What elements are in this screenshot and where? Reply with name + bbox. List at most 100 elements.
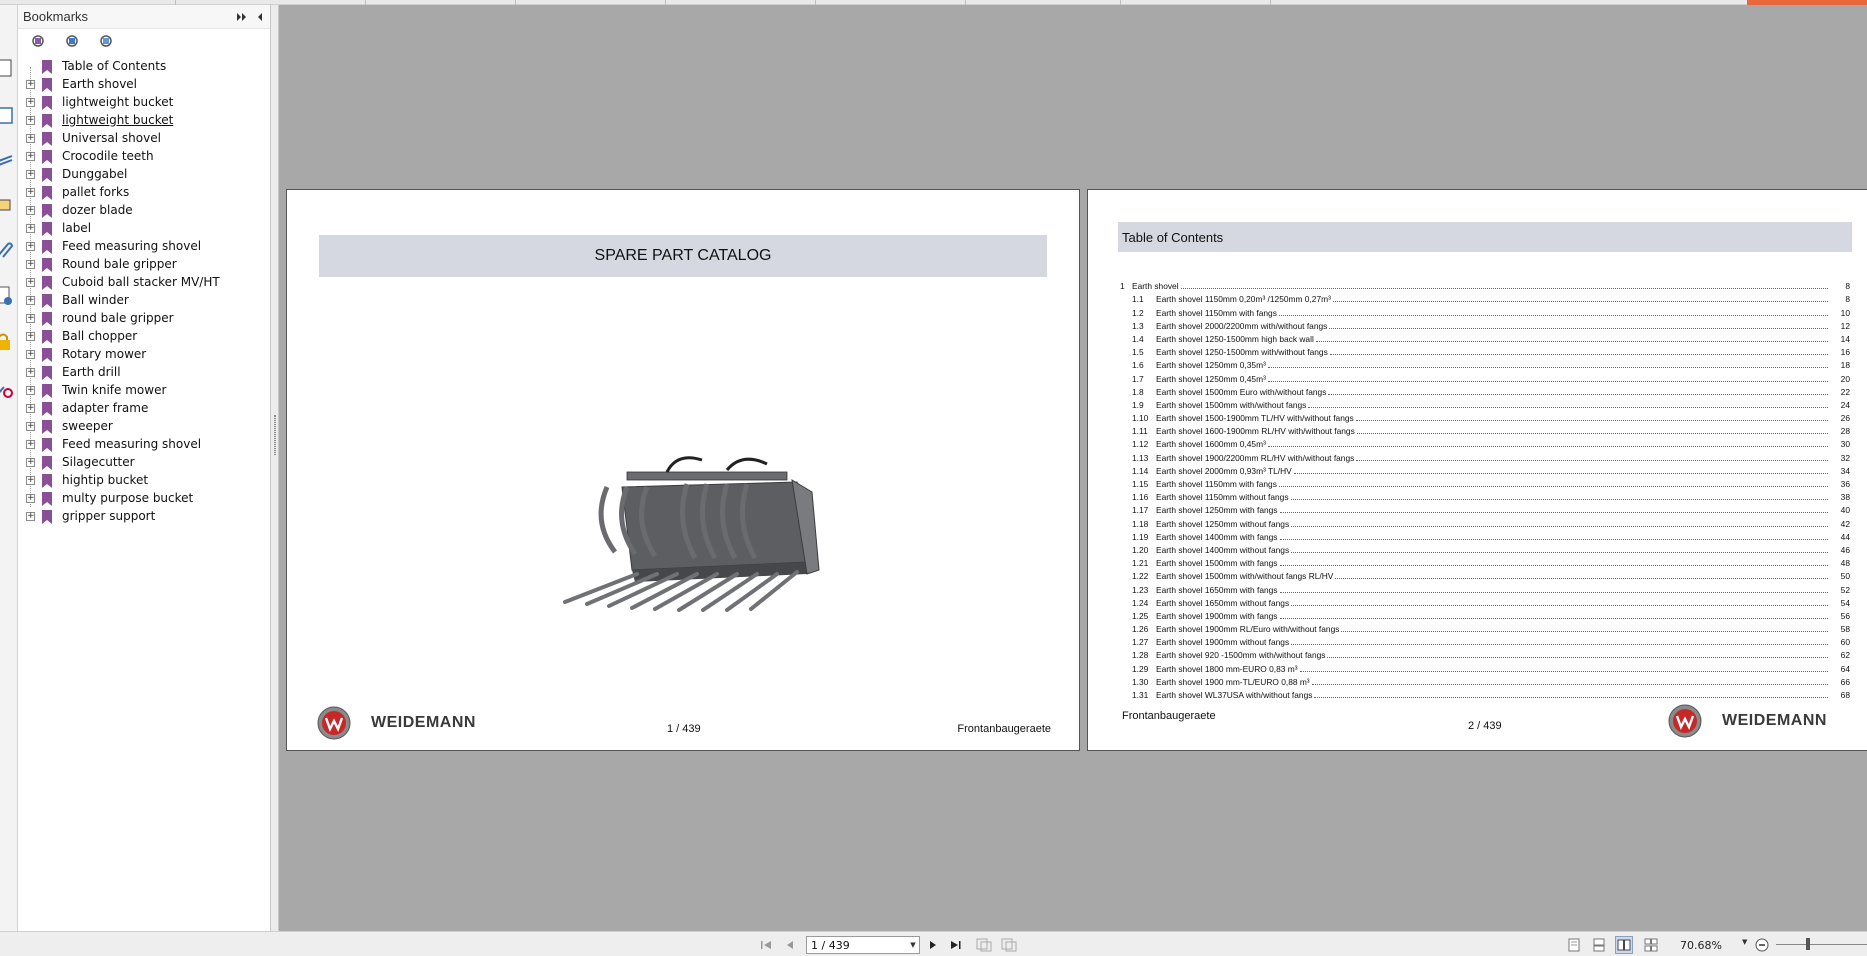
toc-entry[interactable]: 1.12 Earth shovel 1600mm 0,45m³ 30 <box>1120 436 1850 450</box>
previous-page-icon[interactable] <box>781 936 799 954</box>
toc-entry[interactable]: 1.14 Earth shovel 2000mm 0,93m³ TL/HV 34 <box>1120 463 1850 476</box>
attachments-icon[interactable] <box>0 237 18 263</box>
search-tools-icon[interactable] <box>0 375 18 401</box>
bookmark-item[interactable]: + Ball chopper <box>18 328 270 346</box>
expand-toggle-icon[interactable]: + <box>26 422 35 431</box>
toc-entry[interactable]: 1.20 Earth shovel 1400mm without fangs 46 <box>1120 542 1850 555</box>
bookmark-item[interactable]: + multy purpose bucket <box>18 490 270 508</box>
expand-toggle-icon[interactable]: + <box>26 314 35 323</box>
next-view-icon[interactable] <box>1000 936 1018 954</box>
zoom-dropdown-icon[interactable]: ▼ <box>1742 938 1747 946</box>
bookmark-item[interactable]: + lightweight bucket <box>18 94 270 112</box>
toc-entry[interactable]: 1.30 Earth shovel 1900 mm-TL/EURO 0,88 m³… <box>1120 674 1850 687</box>
page-dropdown-icon[interactable]: ▼ <box>907 941 919 949</box>
toc-entry[interactable]: 1.2 Earth shovel 1150mm with fangs 10 <box>1120 304 1850 318</box>
facing-view-icon[interactable] <box>1615 936 1633 954</box>
expand-toggle-icon[interactable]: + <box>26 368 35 377</box>
expand-toggle-icon[interactable]: + <box>26 170 35 179</box>
toc-entry[interactable]: 1.31 Earth shovel WL37USA with/without fa… <box>1120 687 1850 700</box>
toc-entry[interactable]: 1.5 Earth shovel 1250-1500mm with/without… <box>1120 344 1850 358</box>
panel-splitter[interactable] <box>271 5 279 931</box>
zoom-slider-thumb[interactable] <box>1806 938 1810 950</box>
bookmark-item[interactable]: + Rotary mower <box>18 346 270 364</box>
toc-entry[interactable]: 1.6 Earth shovel 1250mm 0,35m³ 18 <box>1120 357 1850 371</box>
expand-toggle-icon[interactable]: + <box>26 98 35 107</box>
toc-entry[interactable]: 1.26 Earth shovel 1900mm RL/Euro with/wit… <box>1120 621 1850 635</box>
expand-bookmark-icon[interactable] <box>62 32 82 52</box>
bookmark-item[interactable]: + pallet forks <box>18 184 270 202</box>
single-page-view-icon[interactable] <box>1565 936 1583 954</box>
toc-entry[interactable]: 1.16 Earth shovel 1150mm without fangs 38 <box>1120 489 1850 503</box>
zoom-slider[interactable] <box>1776 944 1867 945</box>
expand-toggle-icon[interactable]: + <box>26 152 35 161</box>
expand-toggle-icon[interactable]: + <box>26 80 35 89</box>
toc-entry[interactable]: 1.9 Earth shovel 1500mm with/without fang… <box>1120 397 1850 410</box>
expand-toggle-icon[interactable]: + <box>26 512 35 521</box>
expand-toggle-icon[interactable]: + <box>26 116 35 125</box>
expand-toggle-icon[interactable]: + <box>26 242 35 251</box>
bookmark-item[interactable]: + Earth shovel <box>18 76 270 94</box>
bookmark-item[interactable]: + Cuboid ball stacker MV/HT <box>18 274 270 292</box>
zoom-level[interactable]: 70.68% <box>1680 939 1722 952</box>
bookmark-item[interactable]: + round bale gripper <box>18 310 270 328</box>
bookmark-item[interactable]: + Feed measuring shovel <box>18 238 270 256</box>
continuous-facing-view-icon[interactable] <box>1642 936 1660 954</box>
layers-icon[interactable] <box>0 147 18 173</box>
continuous-view-icon[interactable] <box>1590 936 1608 954</box>
form-fields-icon[interactable] <box>0 193 18 219</box>
expand-toggle-icon[interactable]: + <box>26 296 35 305</box>
collapse-panel-icon[interactable] <box>252 9 268 25</box>
toc-entry[interactable]: 1.28 Earth shovel 920 -1500mm with/withou… <box>1120 647 1850 661</box>
toc-entry[interactable]: 1.21 Earth shovel 1500mm with fangs 48 <box>1120 555 1850 569</box>
toc-entry[interactable]: 1.4 Earth shovel 1250-1500mm high back wa… <box>1120 331 1850 344</box>
expand-toggle-icon[interactable]: + <box>26 476 35 485</box>
security-lock-icon[interactable] <box>0 329 18 355</box>
bookmark-item[interactable]: + Universal shovel <box>18 130 270 148</box>
expand-toggle-icon[interactable]: + <box>26 458 35 467</box>
bookmark-item[interactable]: + dozer blade <box>18 202 270 220</box>
bookmark-item[interactable]: + Crocodile teeth <box>18 148 270 166</box>
toc-entry[interactable]: 1.13 Earth shovel 1900/2200mm RL/HV with/… <box>1120 449 1850 463</box>
previous-view-icon[interactable] <box>975 936 993 954</box>
page-thumbnails-icon[interactable] <box>0 55 18 81</box>
signatures-icon[interactable] <box>0 283 18 309</box>
toc-entry[interactable]: 1.24 Earth shovel 1650mm without fangs 54 <box>1120 595 1850 608</box>
expand-toggle-icon[interactable]: + <box>26 134 35 143</box>
last-page-icon[interactable] <box>947 936 965 954</box>
expand-toggle-icon[interactable]: + <box>26 260 35 269</box>
bookmark-item[interactable]: + hightip bucket <box>18 472 270 490</box>
expand-toggle-icon[interactable]: + <box>26 386 35 395</box>
toc-entry[interactable]: 1.1 Earth shovel 1150mm 0,20m³ /1250mm 0,… <box>1120 291 1850 305</box>
bookmark-item[interactable]: + Twin knife mower <box>18 382 270 400</box>
toc-entry[interactable]: 1.7 Earth shovel 1250mm 0,45m³ 20 <box>1120 370 1850 384</box>
expand-toggle-icon[interactable]: + <box>26 494 35 503</box>
toc-entry[interactable]: 1.11 Earth shovel 1600-1900mm RL/HV with/… <box>1120 423 1850 437</box>
bookmark-item[interactable]: + Dunggabel <box>18 166 270 184</box>
toc-entry[interactable]: 1.23 Earth shovel 1650mm with fangs 52 <box>1120 581 1850 595</box>
bookmark-item[interactable]: + label <box>18 220 270 238</box>
first-page-icon[interactable] <box>758 936 776 954</box>
toc-entry[interactable]: 1.25 Earth shovel 1900mm with fangs 56 <box>1120 608 1850 621</box>
bookmark-item[interactable]: + Earth drill <box>18 364 270 382</box>
toc-entry[interactable]: 1.15 Earth shovel 1150mm with fangs 36 <box>1120 476 1850 489</box>
expand-toggle-icon[interactable]: + <box>26 224 35 233</box>
bookmark-item[interactable]: + sweeper <box>18 418 270 436</box>
toc-entry[interactable]: 1.3 Earth shovel 2000/2200mm with/without… <box>1120 318 1850 331</box>
expand-panel-icon[interactable] <box>234 9 250 25</box>
toc-entry[interactable]: 1.22 Earth shovel 1500mm with/without fan… <box>1120 568 1850 582</box>
expand-toggle-icon[interactable]: + <box>26 332 35 341</box>
next-page-icon[interactable] <box>924 936 942 954</box>
toc-entry[interactable]: 1.17 Earth shovel 1250mm with fangs 40 <box>1120 502 1850 516</box>
toc-entry[interactable]: 1.10 Earth shovel 1500-1900mm TL/HV with/… <box>1120 410 1850 424</box>
bookmark-item[interactable]: + Round bale gripper <box>18 256 270 274</box>
page-number-input[interactable]: ▼ <box>806 936 920 954</box>
toc-entry[interactable]: 1.19 Earth shovel 1400mm with fangs 44 <box>1120 529 1850 542</box>
expand-toggle-icon[interactable]: + <box>26 188 35 197</box>
expand-toggle-icon[interactable]: + <box>26 440 35 449</box>
toc-entry[interactable]: 1.8 Earth shovel 1500mm Euro with/without… <box>1120 384 1850 397</box>
zoom-out-icon[interactable] <box>1753 936 1771 954</box>
toc-entry[interactable]: 1.18 Earth shovel 1250mm without fangs 42 <box>1120 515 1850 529</box>
bookmark-item[interactable]: + Ball winder <box>18 292 270 310</box>
expand-toggle-icon[interactable]: + <box>26 206 35 215</box>
bookmark-item[interactable]: + lightweight bucket <box>18 112 270 130</box>
